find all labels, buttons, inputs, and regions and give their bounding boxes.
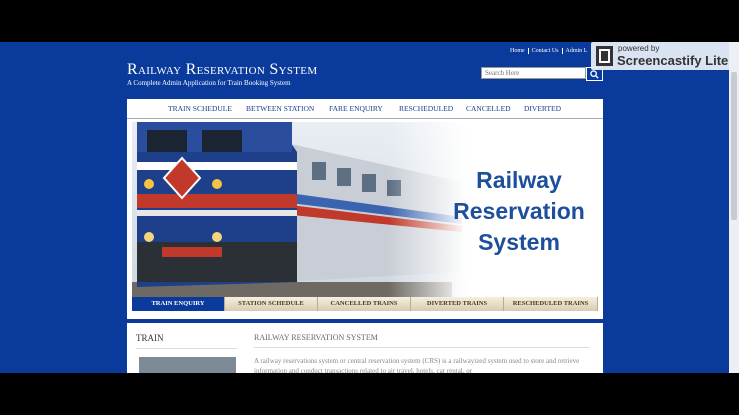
tab-station-schedule[interactable]: STATION SCHEDULE	[225, 297, 318, 311]
banner-text-line-1: Railway	[476, 167, 562, 193]
section-divider	[254, 347, 590, 348]
main-menu: TRAIN SCHEDULE BETWEEN STATION FARE ENQU…	[127, 99, 603, 119]
enquiry-tabs: TRAIN ENQUIRY STATION SCHEDULE CANCELLED…	[132, 297, 598, 311]
menu-diverted[interactable]: DIVERTED	[524, 104, 561, 113]
banner-text-line-3: System	[478, 229, 560, 255]
menu-between-station[interactable]: BETWEEN STATION	[246, 104, 314, 113]
browser-viewport: Home Contact Us Admin L Railway Reservatio…	[0, 42, 739, 373]
content-panel: Railway Reservation System TRAIN ENQUIRY…	[127, 119, 603, 319]
section-paragraph: A railway reservations system or central…	[254, 357, 580, 373]
sidebar-title: TRAIN	[136, 333, 164, 343]
film-icon	[596, 46, 613, 66]
train-illustration: Railway Reservation System	[132, 122, 598, 298]
top-links: Home Contact Us Admin L	[510, 48, 587, 54]
contact-us-link[interactable]: Contact Us	[532, 48, 559, 54]
menu-rescheduled[interactable]: RESCHEDULED	[399, 104, 453, 113]
hero-banner: Railway Reservation System	[132, 122, 598, 298]
tab-train-enquiry[interactable]: TRAIN ENQUIRY	[132, 297, 225, 311]
tab-rescheduled-trains[interactable]: RESCHEDULED TRAINS	[504, 297, 598, 311]
lower-section: TRAIN RAILWAY RESERVATION SYSTEM A railw…	[127, 323, 603, 373]
sidebar-image	[139, 357, 236, 373]
search-input[interactable]	[481, 67, 586, 79]
site-title: Railway Reservation System	[127, 61, 318, 78]
tab-cancelled-trains[interactable]: CANCELLED TRAINS	[318, 297, 411, 311]
menu-train-schedule[interactable]: TRAIN SCHEDULE	[168, 104, 232, 113]
home-link[interactable]: Home	[510, 48, 525, 54]
watermark-brand-text: Screencastify Lite	[617, 53, 729, 68]
watermark-small-text: powered by	[618, 44, 660, 53]
site-subtitle: A Complete Admin Application for Train B…	[127, 79, 291, 87]
menu-fare-enquiry[interactable]: FARE ENQUIRY	[329, 104, 383, 113]
sidebar-divider	[136, 348, 237, 349]
screencastify-watermark: powered by Screencastify Lite	[591, 42, 739, 70]
menu-cancelled[interactable]: CANCELLED	[466, 104, 511, 113]
tab-diverted-trains[interactable]: DIVERTED TRAINS	[411, 297, 504, 311]
admin-login-link[interactable]: Admin L	[566, 48, 588, 54]
section-title: RAILWAY RESERVATION SYSTEM	[254, 333, 378, 342]
search-icon	[590, 70, 599, 79]
banner-text-line-2: Reservation	[453, 198, 585, 224]
scrollbar-thumb[interactable]	[731, 72, 737, 220]
